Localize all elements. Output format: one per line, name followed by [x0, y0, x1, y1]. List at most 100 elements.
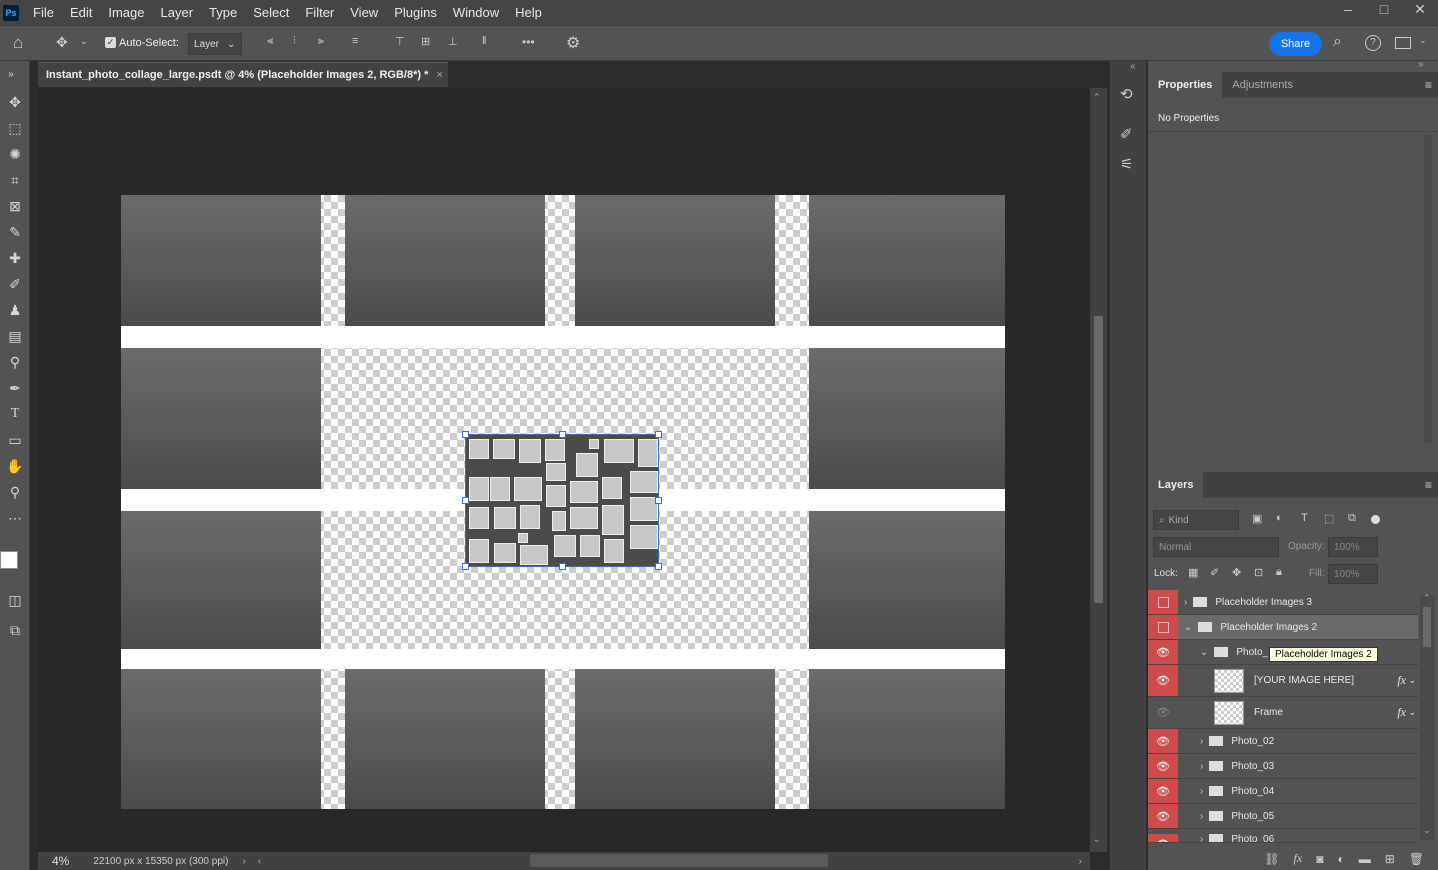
menu-file[interactable]: File [25, 0, 62, 25]
document-tab[interactable]: Instant_photo_collage_large.psdt @ 4% (P… [38, 62, 448, 87]
horizontal-scroll-thumb[interactable] [530, 854, 828, 867]
menu-edit[interactable]: Edit [62, 0, 100, 25]
align-left-icon[interactable]: ⫷ [267, 35, 273, 48]
rectangle-tool-icon[interactable]: ▭ [4, 429, 26, 451]
gear-icon[interactable]: ⚙ [566, 33, 580, 53]
more-options-icon[interactable]: ••• [522, 35, 535, 49]
new-adjustment-icon[interactable]: ◐ [1337, 852, 1344, 866]
collapse-icon[interactable]: « [1130, 61, 1136, 72]
eye-icon[interactable]: 👁︎ [1148, 779, 1178, 803]
tab-layers[interactable]: Layers [1148, 472, 1204, 498]
fx-badge[interactable]: fx [1397, 673, 1406, 688]
eye-icon[interactable]: 👁︎ [1148, 754, 1178, 778]
distribute-icon[interactable]: ≡ [352, 35, 358, 47]
opacity-field[interactable]: 100% [1328, 537, 1378, 557]
lock-all-icon[interactable]: 🔒︎ [1276, 566, 1282, 579]
menu-plugins[interactable]: Plugins [386, 0, 445, 25]
layers-scroll-thumb[interactable] [1423, 607, 1431, 647]
trash-icon[interactable]: 🗑︎ [1409, 852, 1424, 866]
filter-type-icon[interactable]: T [1301, 512, 1308, 524]
chevron-down-icon[interactable]: ⌄ [1200, 647, 1208, 658]
collapse-icon[interactable]: » [0, 63, 22, 85]
fill-field[interactable]: 100% [1328, 564, 1378, 584]
zoom-tool-icon[interactable]: ⚲ [4, 481, 26, 503]
layers-scrollbar[interactable]: ⌃ ⌄ [1420, 593, 1434, 840]
expand-icon[interactable]: » [1418, 59, 1424, 70]
history-icon[interactable]: ⟲ [1120, 85, 1133, 103]
layer-row[interactable]: 👁︎ Frame fx ⌄ [1148, 697, 1418, 729]
chevron-right-icon[interactable]: › [1200, 834, 1203, 842]
fx-icon[interactable]: fx [1294, 851, 1303, 866]
chevron-down-icon[interactable]: ⌄ [80, 36, 88, 47]
chevron-down-icon[interactable]: ⌄ [1184, 622, 1192, 633]
properties-scrollbar[interactable] [1424, 135, 1432, 443]
layer-row[interactable]: 👁︎ › Photo_05 [1148, 804, 1418, 829]
chevron-right-icon[interactable]: › [1200, 811, 1203, 822]
quick-selection-tool-icon[interactable]: ✺ [4, 143, 26, 165]
transform-handle[interactable] [655, 497, 662, 504]
brush-settings-icon[interactable]: ✐ [1120, 125, 1133, 143]
brush-tool-icon[interactable]: ✐ [4, 273, 26, 295]
tab-properties[interactable]: Properties [1148, 72, 1223, 98]
hand-tool-icon[interactable]: ✋ [4, 455, 26, 477]
chevron-down-icon[interactable]: ⌄ [1408, 707, 1416, 718]
workspace-icon[interactable] [1395, 37, 1411, 49]
scroll-down-icon[interactable]: ⌄ [1093, 834, 1101, 845]
move-tool-preset-icon[interactable]: ✥ [56, 34, 68, 51]
filter-smart-object-icon[interactable]: ⧉ [1348, 512, 1356, 525]
foreground-color-swatch[interactable] [0, 551, 18, 569]
layer-row-selected[interactable]: ⌄ Placeholder Images 2 [1148, 615, 1418, 640]
lock-image-icon[interactable]: ✐ [1210, 566, 1219, 579]
dodge-tool-icon[interactable]: ⚲ [4, 351, 26, 373]
gradient-tool-icon[interactable]: ▤ [4, 325, 26, 347]
transform-handle[interactable] [462, 431, 469, 438]
share-button[interactable]: Share [1269, 32, 1322, 56]
zoom-level[interactable]: 4% [52, 854, 69, 868]
transform-handle[interactable] [559, 563, 566, 570]
align-right-icon[interactable]: ⫸ [318, 35, 324, 48]
help-icon[interactable]: ? [1365, 35, 1381, 51]
screen-mode-icon[interactable]: ⧉ [4, 619, 26, 641]
close-window-button[interactable]: ✕ [1402, 0, 1438, 18]
fx-badge[interactable]: fx [1397, 705, 1406, 720]
chevron-right-icon[interactable]: › [1200, 761, 1203, 772]
scroll-up-icon[interactable]: ⌃ [1423, 593, 1431, 604]
crop-tool-icon[interactable]: ⌗ [4, 169, 26, 191]
maximize-button[interactable]: □ [1366, 0, 1402, 18]
chevron-right-icon[interactable]: › [1184, 597, 1187, 608]
new-group-icon[interactable]: ▬ [1359, 852, 1371, 866]
eyedropper-tool-icon[interactable]: ✎ [4, 221, 26, 243]
menu-layer[interactable]: Layer [153, 0, 202, 25]
align-middle-icon[interactable]: ⊞ [421, 35, 430, 48]
scroll-left-icon[interactable]: ‹ [258, 856, 261, 867]
eye-icon[interactable]: 👁︎ [1148, 697, 1178, 728]
link-layers-icon[interactable]: ⛓ [1264, 852, 1279, 866]
layer-row[interactable]: › Placeholder Images 3 [1148, 590, 1418, 615]
chevron-right-icon[interactable]: › [1200, 786, 1203, 797]
add-mask-icon[interactable]: ◙ [1316, 852, 1323, 866]
transform-handle[interactable] [655, 431, 662, 438]
visibility-toggle-off[interactable] [1148, 615, 1178, 639]
chevron-right-icon[interactable]: › [1200, 736, 1203, 747]
search-icon[interactable]: ⌕ [1333, 33, 1342, 51]
layer-row[interactable]: 👁︎ › Photo_06 [1148, 829, 1418, 843]
filter-kind-field[interactable]: ⌕ Kind [1153, 510, 1239, 530]
lock-transparent-icon[interactable]: ▦ [1188, 566, 1198, 579]
align-top-icon[interactable]: ⊤ [395, 35, 405, 48]
filter-shape-icon[interactable]: ⬚ [1324, 512, 1334, 525]
healing-brush-icon[interactable]: ✚ [4, 247, 26, 269]
home-icon[interactable]: ⌂ [13, 33, 23, 53]
visibility-toggle-off[interactable] [1148, 590, 1178, 614]
align-center-icon[interactable]: ⫶ [293, 35, 296, 48]
move-tool-icon[interactable]: ✥ [4, 91, 26, 113]
auto-select-dropdown[interactable]: Layer ⌄ [188, 33, 242, 55]
vertical-scrollbar[interactable]: ⌃ ⌄ [1090, 88, 1107, 852]
menu-filter[interactable]: Filter [297, 0, 342, 25]
scroll-up-icon[interactable]: ⌃ [1093, 92, 1101, 103]
more-tools-icon[interactable]: ⋯ [4, 507, 26, 529]
chevron-down-icon[interactable]: ⌄ [1408, 675, 1416, 686]
eye-icon[interactable]: 👁︎ [1148, 640, 1178, 664]
new-layer-icon[interactable]: ⊞ [1385, 852, 1395, 866]
lock-position-icon[interactable]: ✥ [1232, 566, 1241, 579]
close-tab-icon[interactable]: × [436, 69, 442, 81]
